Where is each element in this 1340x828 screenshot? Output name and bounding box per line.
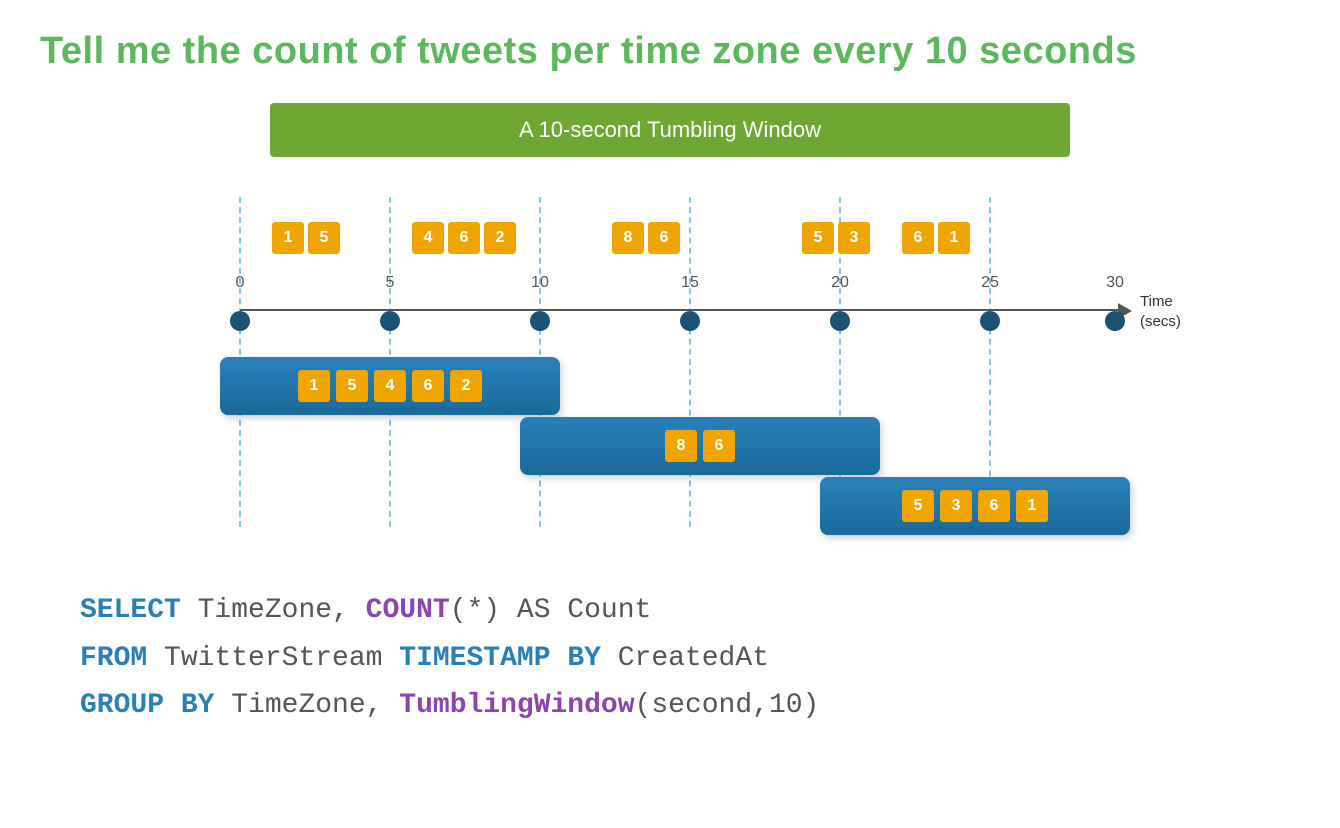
tick-label-25: 25 (981, 274, 999, 292)
sql-line1-text1: TimeZone, (181, 595, 366, 626)
w1-box-4: 6 (412, 370, 444, 402)
window-bar-2: 8 6 (520, 417, 880, 475)
boxes-above-group1: 1 5 (270, 222, 342, 254)
sql-area: SELECT TimeZone, COUNT(*) AS Count FROM … (40, 577, 1300, 740)
tick-25 (980, 311, 1000, 331)
sql-count: COUNT (366, 595, 450, 626)
tick-15 (680, 311, 700, 331)
main-container: Tell me the count of tweets per time zon… (0, 0, 1340, 828)
w3-box-1: 5 (902, 490, 934, 522)
orange-box-2: 5 (308, 222, 340, 254)
sql-tumbling: TumblingWindow (399, 690, 634, 721)
dashed-line-30 (689, 197, 691, 527)
w3-box-3: 6 (978, 490, 1010, 522)
w3-box-2: 3 (940, 490, 972, 522)
orange-box-3: 4 (412, 222, 444, 254)
orange-box-7: 6 (648, 222, 680, 254)
window-bar-1: 1 5 4 6 2 (220, 357, 560, 415)
tick-10 (530, 311, 550, 331)
w1-box-5: 2 (450, 370, 482, 402)
timeline-label: Time(secs) (1140, 292, 1181, 331)
orange-box-4: 6 (448, 222, 480, 254)
boxes-above-group2: 4 6 2 (410, 222, 518, 254)
tick-20 (830, 311, 850, 331)
w1-box-3: 4 (374, 370, 406, 402)
boxes-above-group3: 8 6 (610, 222, 682, 254)
tick-label-15: 15 (681, 274, 699, 292)
sql-line2-text3: CreatedAt (601, 643, 769, 674)
boxes-above-group4: 5 3 (800, 222, 872, 254)
tick-label-30: 30 (1106, 274, 1124, 292)
tick-0 (230, 311, 250, 331)
sql-line2-text2 (551, 643, 568, 674)
tick-label-5: 5 (386, 274, 395, 292)
sql-by-1: BY (567, 643, 601, 674)
w2-box-1: 8 (665, 430, 697, 462)
sql-line-1: SELECT TimeZone, COUNT(*) AS Count (80, 587, 1260, 635)
w2-box-2: 6 (703, 430, 735, 462)
sql-line1-text2: (*) AS Count (450, 595, 652, 626)
sql-group: GROUP (80, 690, 164, 721)
orange-box-9: 3 (838, 222, 870, 254)
tick-label-20: 20 (831, 274, 849, 292)
sql-line2-text1: TwitterStream (147, 643, 399, 674)
orange-box-1: 1 (272, 222, 304, 254)
sql-select: SELECT (80, 595, 181, 626)
sql-line-3: GROUP BY TimeZone, TumblingWindow(second… (80, 682, 1260, 730)
orange-box-8: 5 (802, 222, 834, 254)
orange-box-6: 8 (612, 222, 644, 254)
window-bar-3: 5 3 6 1 (820, 477, 1130, 535)
sql-line3-text1 (164, 690, 181, 721)
page-title: Tell me the count of tweets per time zon… (40, 30, 1300, 73)
sql-timestamp: TIMESTAMP (399, 643, 550, 674)
sql-line-2: FROM TwitterStream TIMESTAMP BY CreatedA… (80, 635, 1260, 683)
orange-box-5: 2 (484, 222, 516, 254)
tick-30 (1105, 311, 1125, 331)
tick-label-10: 10 (531, 274, 549, 292)
boxes-above-group5: 6 1 (900, 222, 972, 254)
window-banner: A 10-second Tumbling Window (270, 103, 1070, 157)
orange-box-10: 6 (902, 222, 934, 254)
sql-line3-text3: (second,10) (635, 690, 820, 721)
sql-by-2: BY (181, 690, 215, 721)
diagram-area: 1 5 4 6 2 8 6 5 3 6 1 (40, 187, 1300, 567)
w3-box-4: 1 (1016, 490, 1048, 522)
sql-line3-text2: TimeZone, (214, 690, 399, 721)
w1-box-1: 1 (298, 370, 330, 402)
orange-box-11: 1 (938, 222, 970, 254)
tick-label-0: 0 (236, 274, 245, 292)
tick-5 (380, 311, 400, 331)
w1-box-2: 5 (336, 370, 368, 402)
sql-from: FROM (80, 643, 147, 674)
